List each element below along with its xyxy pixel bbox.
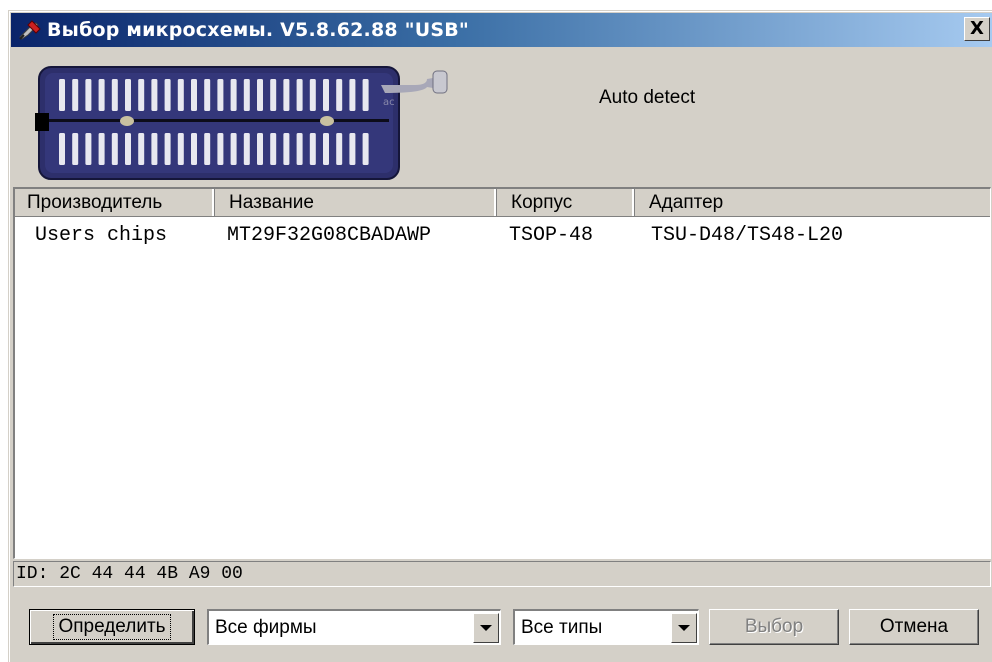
socket-pin-slot [164,79,171,111]
window-title: Выбор микросхемы. V5.8.62.88 "USB" [47,19,470,41]
socket-pin-slot [257,79,263,111]
cell-package: TSOP-48 [509,223,594,247]
socket-pin-slot [138,133,145,165]
socket-pin-slot [349,79,356,111]
socket-pin-slot [230,133,237,165]
cell-adapter: TSU-D48/TS48-L20 [651,223,844,247]
type-select-value: Все типы [521,616,603,638]
detect-button[interactable]: Определить [29,609,195,645]
type-select[interactable]: Все типы [513,609,699,645]
column-header-package[interactable]: Корпус [497,189,635,217]
socket-pin-slot [270,133,277,165]
socket-pin-slot [177,79,184,111]
socket-pin-slot [323,133,329,165]
socket-pin-slot [257,133,263,165]
chevron-down-icon[interactable] [671,612,697,643]
vendor-select-value: Все фирмы [215,616,317,638]
socket-pin-slot [283,79,290,111]
socket-pin-slot [270,79,277,111]
socket-pin-slot [59,79,65,111]
socket-pin-slot [125,79,131,111]
socket-pin-slot [243,79,250,111]
socket-pin-slot [138,79,145,111]
socket-pin-slot [111,79,118,111]
cell-name: MT29F32G08CBADAWP [227,223,432,247]
socket-pin-slot [336,79,343,111]
chip-id-readout: ID: 2C 44 44 4B A9 00 [13,561,991,587]
socket-pin-slot [243,133,250,165]
socket-pin-slot [72,133,79,165]
socket-pin-slot [111,133,118,165]
socket-pin-slot [362,79,369,111]
column-header-adapter[interactable]: Адаптер [635,189,990,217]
socket-pin-slot [98,79,105,111]
socket-pin-slot [309,133,316,165]
socket-pin-slot [217,79,224,111]
detect-button-label: Определить [53,614,171,640]
socket-pin-slot [362,133,369,165]
socket-panel: ac Auto detect [9,47,992,187]
table-row[interactable]: Users chips MT29F32G08CBADAWP TSOP-48 TS… [15,221,990,249]
zif-socket-image: ac [35,66,448,180]
socket-pin-slot [191,133,197,165]
programmer-app-icon [17,17,43,43]
socket-pin-slot [85,133,92,165]
socket-pin-slot [309,79,316,111]
socket-pin-slot [98,133,105,165]
chip-list[interactable]: Производитель Название Корпус Адаптер Us… [13,187,991,559]
socket-pin-slot [204,79,211,111]
socket-pin-slot [204,133,211,165]
socket-pin-slot [191,79,197,111]
chip-select-dialog: Выбор микросхемы. V5.8.62.88 "USB" X ac … [8,10,992,662]
title-bar[interactable]: Выбор микросхемы. V5.8.62.88 "USB" X [11,13,992,47]
socket-pin-slot [336,133,343,165]
chevron-down-icon[interactable] [473,612,499,643]
socket-pin-slot [125,133,131,165]
socket-pin-slot [164,133,171,165]
vendor-select[interactable]: Все фирмы [207,609,501,645]
socket-pin-slot [85,79,92,111]
socket-pin-slot [217,133,224,165]
socket-pin-slot [323,79,329,111]
socket-pin-slot [296,133,303,165]
socket-pin-slot [283,133,290,165]
select-button[interactable]: Выбор [709,609,839,645]
socket-pin-slot [296,79,303,111]
column-header-manufacturer[interactable]: Производитель [15,189,215,217]
close-button[interactable]: X [964,17,990,41]
socket-pin-slot [151,133,158,165]
svg-text:ac: ac [383,97,395,108]
column-header-name[interactable]: Название [215,189,497,217]
cancel-button[interactable]: Отмена [849,609,979,645]
socket-pin-slot [72,79,79,111]
button-bar: Определить Все фирмы Все типы Выбор Отме… [9,593,992,662]
auto-detect-label: Auto detect [599,87,696,108]
socket-pin-slot [177,133,184,165]
list-header: Производитель Название Корпус Адаптер [15,189,990,217]
socket-pin-slot [151,79,158,111]
cell-manufacturer: Users chips [35,223,168,247]
socket-pin-slot [59,133,65,165]
socket-pin-slot [230,79,237,111]
socket-pin-slot [349,133,356,165]
